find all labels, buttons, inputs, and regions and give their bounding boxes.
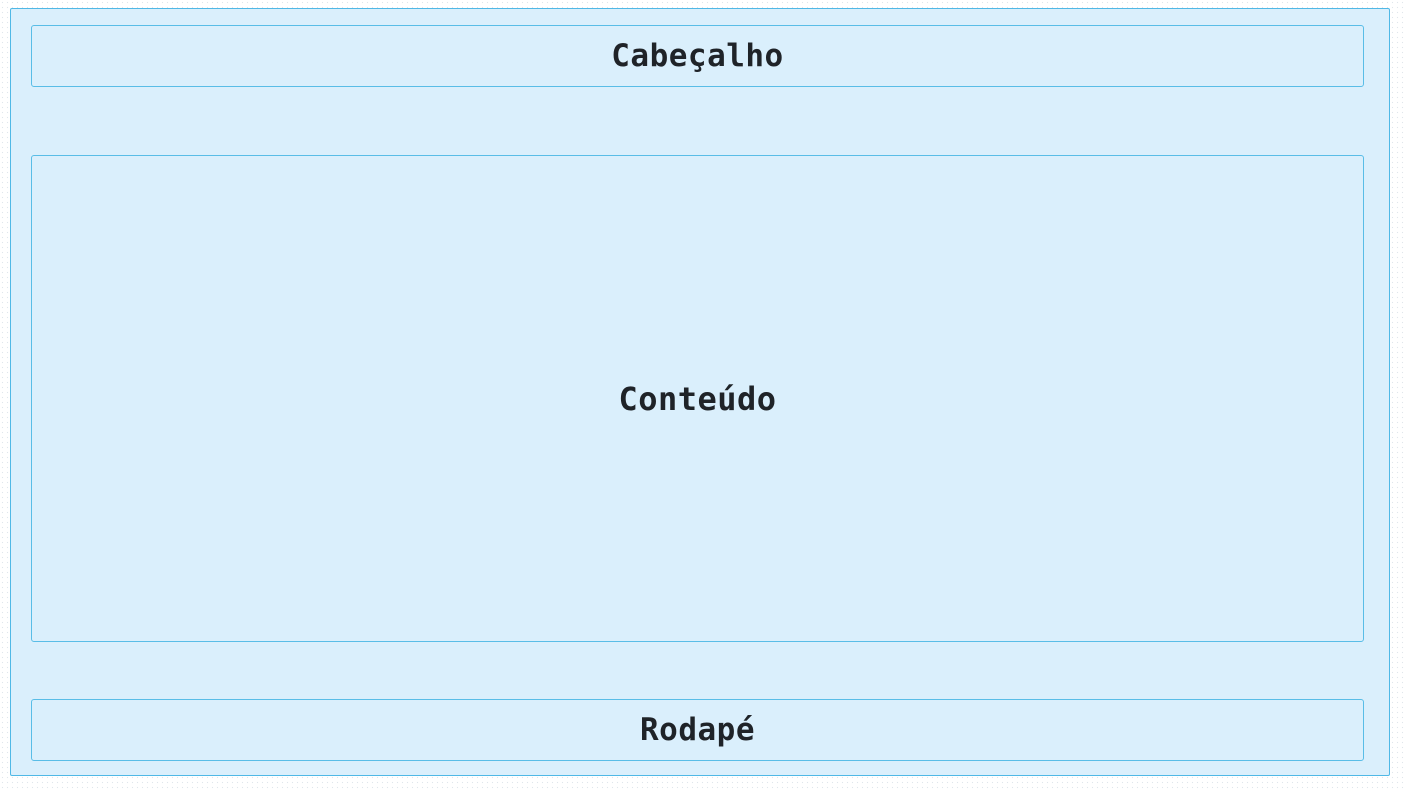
footer-block: Rodapé [31, 699, 1364, 761]
footer-label: Rodapé [640, 712, 755, 748]
header-block: Cabeçalho [31, 25, 1364, 87]
header-label: Cabeçalho [611, 38, 784, 74]
content-block: Conteúdo [31, 155, 1364, 642]
layout-container: Cabeçalho Conteúdo Rodapé [10, 8, 1390, 776]
content-label: Conteúdo [618, 379, 777, 418]
